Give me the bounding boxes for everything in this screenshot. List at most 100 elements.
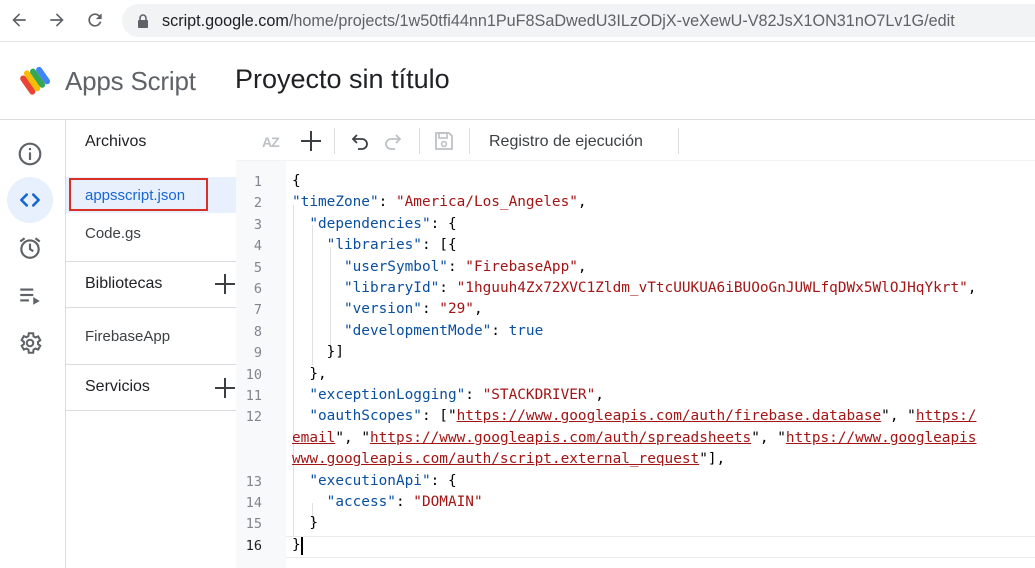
code-token: : [447,258,466,275]
code-line: "userSymbol": "FirebaseApp", [292,259,587,275]
add-file-button[interactable] [300,130,322,152]
line-number: 4 [253,238,262,255]
url-token[interactable]: www.googleapis.com/auth/script.external_… [292,451,699,467]
rail-executions-button[interactable] [7,272,53,318]
code-token: : [378,194,396,211]
code-token: "version" [343,301,422,318]
code-token: "exceptionLogging" [309,387,466,403]
url-host: script.google.com [162,12,289,30]
divider [66,307,236,308]
line-number: 15 [245,516,262,533]
alarm-clock-icon [19,237,41,259]
libraries-section-title: Bibliotecas [85,275,163,292]
code-editor[interactable]: 1 2 3 4 5 6 7 8 9 10 11 12 13 14 15 16 {"timeZone": "Am… [236,160,1035,568]
toolbar-divider [419,128,420,154]
add-service-plus-icon[interactable] [214,377,236,399]
sort-az-icon[interactable]: AZ [262,134,280,150]
address-bar[interactable]: script.google.com/home/projects/1w50tfi4… [122,4,1035,37]
line-number: 12 [245,409,262,426]
line-number: 11 [245,388,262,404]
gear-icon [20,332,42,354]
toolbar-divider [469,128,470,154]
line-number: 14 [245,495,262,511]
info-icon [18,142,42,166]
save-icon [435,132,453,150]
line-number: 9 [253,345,262,362]
browser-bar: script.google.com/home/projects/1w50tfi4… [0,0,1035,42]
code-line: "access": "DOMAIN" [292,494,483,510]
library-item-label: FirebaseApp [85,328,171,345]
reload-button[interactable] [83,8,107,32]
code-token: true [508,322,544,339]
code-token: ", " [881,408,916,425]
url-path: /home/projects/1w50tfi44nn1PuF8SaDwedU3I… [288,12,955,30]
url-token[interactable]: email [292,430,335,446]
code-token: } [292,536,301,553]
line-number-gutter: 1 2 3 4 5 6 7 8 9 10 11 12 13 14 15 16 [236,161,286,568]
code-line: } [292,515,318,531]
url-token[interactable]: https://www.googleapis.com/auth/spreadsh… [370,430,751,446]
save-button[interactable] [433,130,455,152]
line-number: 13 [245,473,262,490]
code-line: "libraryId": "1hguuh4Zx72XVC1Zldm_vTtcUU… [292,280,976,296]
code-token: , [577,194,587,211]
line-number: 8 [253,323,262,340]
code-line: "developmentMode": true [292,323,543,339]
code-token: "developmentMode" [343,322,492,339]
code-token: : { [430,472,457,489]
library-item-firebaseapp[interactable]: FirebaseApp [66,318,236,354]
url-token[interactable]: https://www.googleapis.com/auth/firebase… [457,408,882,424]
line-number: 3 [253,216,262,233]
services-section-title: Servicios [85,378,150,395]
arrow-right-icon [50,13,64,27]
product-name[interactable]: Apps Script [65,66,196,97]
code-line: "version": "29", [292,301,483,317]
rail-settings-button[interactable] [7,320,53,366]
rail-overview-button[interactable] [7,131,53,177]
arrow-left-icon [12,13,26,27]
code-area[interactable]: {"timeZone": "America/Los_Angeles", "dep… [286,161,1035,568]
files-section-title: Archivos [85,133,147,150]
rail-editor-button[interactable] [7,177,53,223]
file-item-appsscript-json[interactable]: appsscript.json [66,177,236,213]
current-line-highlight [286,535,1035,558]
code-line: "timeZone": "America/Los_Angeles", [292,194,587,210]
executions-list-icon [20,288,40,305]
code-token: : { [430,215,457,232]
add-library-plus-icon[interactable] [214,273,236,295]
code-line: "exceptionLogging": "STACKDRIVER", [292,387,604,403]
project-title[interactable]: Proyecto sin título [235,64,450,95]
divider [66,364,236,365]
code-token: "userSymbol" [343,258,448,275]
code-token: "access" [326,494,396,510]
undo-button[interactable] [349,130,371,152]
code-token: "America/Los_Angeles" [395,194,578,211]
code-token: , [967,280,977,296]
execution-log-button[interactable]: Registro de ejecución [489,133,643,151]
back-button[interactable] [7,8,31,32]
forward-button[interactable] [45,8,69,32]
code-line: "dependencies": { [292,215,457,232]
line-number: 16 [245,537,262,554]
rail-triggers-button[interactable] [7,225,53,271]
url-token[interactable]: https://www.googleapis [786,430,977,446]
line-number: 2 [253,195,262,212]
redo-button[interactable] [382,130,404,152]
file-item-code-gs[interactable]: Code.gs [66,215,236,251]
url-token[interactable]: https:/ [916,408,977,424]
line-number: 1 [253,174,262,190]
lock-icon [138,14,148,28]
code-token: : [{ [421,237,457,254]
code-token: : [395,494,414,510]
code-line: "libraries": [{ [292,237,457,253]
apps-script-logo [20,66,51,95]
files-panel: Archivos appsscript.json Code.gs Bibliot… [66,120,236,568]
code-token: , [473,301,483,318]
code-token: , [577,258,587,275]
